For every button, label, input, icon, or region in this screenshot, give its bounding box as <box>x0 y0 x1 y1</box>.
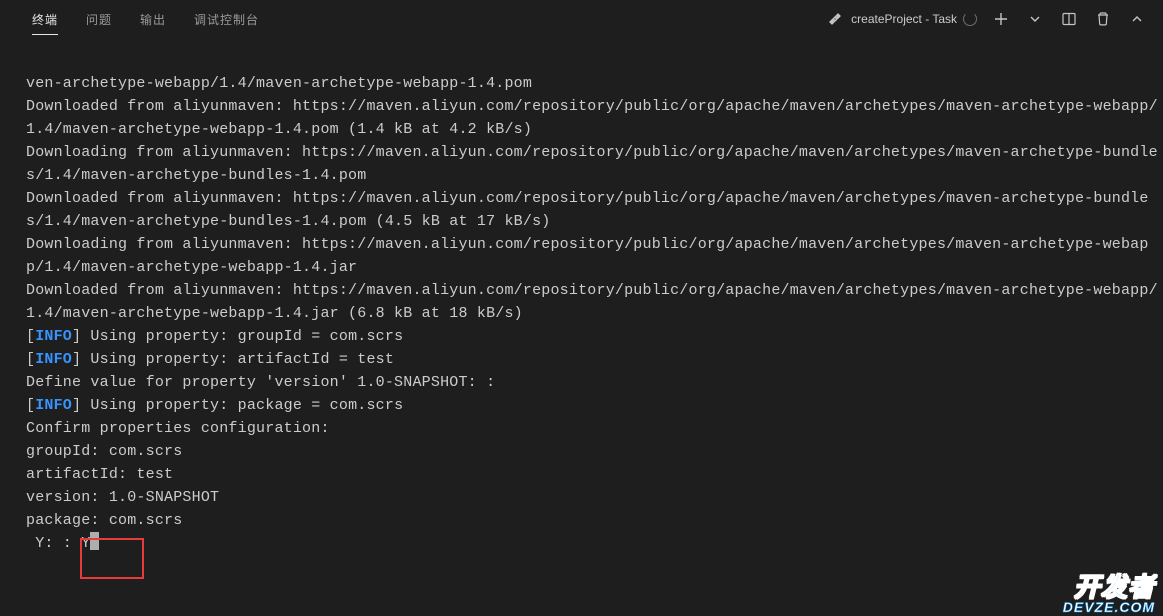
panel-header-actions: createProject - Task <box>825 9 1153 29</box>
terminal-line: Define value for property 'version' 1.0-… <box>26 371 1163 394</box>
terminal-line: Downloaded from aliyunmaven: https://mav… <box>26 187 1163 233</box>
cursor <box>90 532 99 550</box>
tab-problems[interactable]: 问题 <box>72 3 126 35</box>
terminal-line: groupId: com.scrs <box>26 440 1163 463</box>
spinner-icon <box>963 12 977 26</box>
kill-terminal-button[interactable] <box>1093 9 1113 29</box>
terminal-line: artifactId: test <box>26 463 1163 486</box>
terminal-input-value: Y <box>81 535 90 552</box>
terminal-line: [INFO] Using property: groupId = com.scr… <box>26 325 1163 348</box>
task-label: createProject - Task <box>851 12 957 26</box>
terminal-line: version: 1.0-SNAPSHOT <box>26 486 1163 509</box>
dropdown-button[interactable] <box>1025 9 1045 29</box>
terminal-line: [INFO] Using property: package = com.scr… <box>26 394 1163 417</box>
maximize-panel-button[interactable] <box>1127 9 1147 29</box>
tools-icon <box>825 9 845 29</box>
panel-tabs: 终端 问题 输出 调试控制台 <box>18 3 273 35</box>
terminal-line: Downloaded from aliyunmaven: https://mav… <box>26 95 1163 141</box>
terminal-prompt[interactable]: Y: : Y <box>26 532 99 555</box>
terminal-output[interactable]: ven-archetype-webapp/1.4/maven-archetype… <box>0 38 1163 555</box>
watermark-cn: 开发者 <box>1074 574 1155 600</box>
new-terminal-button[interactable] <box>991 9 1011 29</box>
terminal-line: [INFO] Using property: artifactId = test <box>26 348 1163 371</box>
tab-terminal[interactable]: 终端 <box>18 3 72 35</box>
terminal-line: Downloaded from aliyunmaven: https://mav… <box>26 279 1163 325</box>
tab-debug-console[interactable]: 调试控制台 <box>180 3 273 35</box>
terminal-line: Downloading from aliyunmaven: https://ma… <box>26 141 1163 187</box>
split-terminal-button[interactable] <box>1059 9 1079 29</box>
terminal-line: Confirm properties configuration: <box>26 417 1163 440</box>
task-indicator[interactable]: createProject - Task <box>825 9 977 29</box>
panel-header: 终端 问题 输出 调试控制台 createProject - Task <box>0 0 1163 38</box>
tab-output[interactable]: 输出 <box>126 3 180 35</box>
terminal-line: ven-archetype-webapp/1.4/maven-archetype… <box>26 72 1163 95</box>
terminal-line: Downloading from aliyunmaven: https://ma… <box>26 233 1163 279</box>
watermark: 开发者 DEVZE.COM <box>1063 574 1155 614</box>
watermark-en: DEVZE.COM <box>1063 600 1155 614</box>
terminal-line: package: com.scrs <box>26 509 1163 532</box>
